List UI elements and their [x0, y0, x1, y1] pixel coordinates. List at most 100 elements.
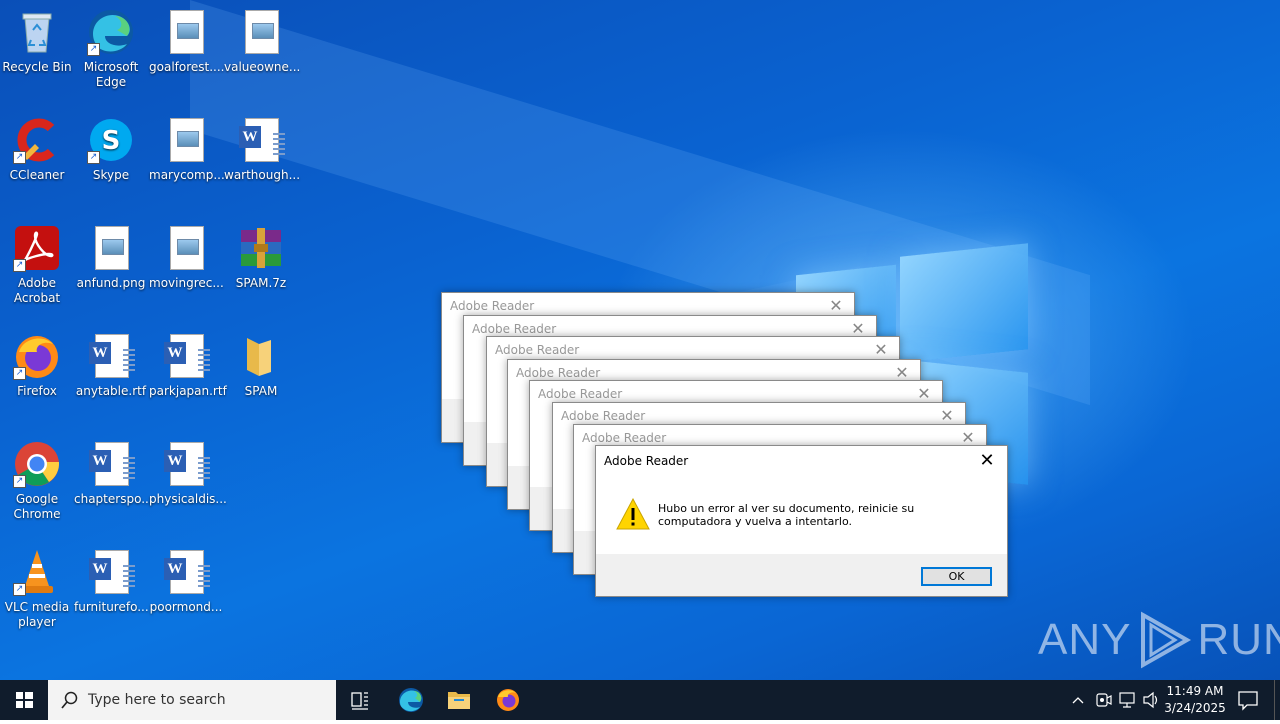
clock-time: 11:49 AM [1166, 684, 1224, 698]
taskbar: Type here to search 11:49 AM 3/24/2025 [0, 680, 1280, 720]
desktop-icon-spam-folder[interactable]: SPAM [224, 332, 298, 399]
start-button[interactable] [0, 680, 48, 720]
close-icon[interactable]: ✕ [973, 446, 1001, 476]
desktop-icon-physicaldis[interactable]: W physicaldis... [149, 440, 227, 507]
icon-label: Recycle Bin [2, 60, 72, 74]
image-file-icon [162, 116, 210, 164]
image-file-icon [162, 8, 210, 56]
dialog-title: Adobe Reader [596, 446, 1007, 476]
search-icon [61, 691, 78, 709]
taskbar-search-box[interactable]: Type here to search [48, 680, 336, 720]
task-view-button[interactable] [336, 680, 384, 720]
desktop-icon-anytable-rtf[interactable]: W anytable.rtf [74, 332, 148, 399]
word-document-icon: W [87, 440, 135, 488]
image-file-icon [237, 8, 285, 56]
icon-label: poormond... [149, 600, 223, 614]
shortcut-arrow-icon: ↗ [13, 475, 26, 488]
icon-label: parkjapan.rtf [149, 384, 227, 398]
word-document-icon: W [162, 332, 210, 380]
icon-label: warthough... [224, 168, 301, 182]
desktop-icon-recycle-bin[interactable]: Recycle Bin [0, 8, 74, 75]
desktop-icon-firefox[interactable]: ↗ Firefox [0, 332, 74, 399]
desktop-icon-goalforest[interactable]: goalforest.... [149, 8, 225, 75]
volume-icon[interactable] [1141, 680, 1161, 720]
show-desktop-button[interactable] [1274, 680, 1280, 720]
icon-label: marycomp... [149, 168, 225, 182]
play-logo-icon [1141, 611, 1192, 669]
image-file-icon [162, 224, 210, 272]
desktop-icon-chapterspo[interactable]: W chapterspo... [74, 440, 153, 507]
desktop-icon-ccleaner[interactable]: ↗ CCleaner [0, 116, 74, 183]
recycle-bin-icon [13, 8, 61, 56]
chrome-icon: ↗ [13, 440, 61, 488]
icon-label: Skype [92, 168, 130, 182]
ccleaner-icon: ↗ [13, 116, 61, 164]
clock-date: 3/24/2025 [1164, 701, 1226, 715]
chevron-up-icon[interactable] [1070, 680, 1086, 720]
icon-label: valueowne... [224, 60, 301, 74]
desktop-icon-marycomp[interactable]: marycomp... [149, 116, 225, 183]
shortcut-arrow-icon: ↗ [13, 583, 26, 596]
word-document-icon: W [162, 548, 210, 596]
icon-label: SPAM [244, 384, 278, 398]
icon-label: goalforest.... [149, 60, 225, 74]
desktop-icon-anfund-png[interactable]: anfund.png [74, 224, 148, 291]
word-document-icon: W [162, 440, 210, 488]
icon-label: furniturefo... [74, 600, 149, 614]
desktop-icon-spam-7z[interactable]: SPAM.7z [224, 224, 298, 291]
desktop-icon-movingrec[interactable]: movingrec... [149, 224, 224, 291]
desktop-icon-warthough[interactable]: W warthough... [224, 116, 301, 183]
icon-label: Google Chrome [13, 492, 61, 521]
desktop-icon-microsoft-edge[interactable]: ↗ Microsoft Edge [74, 8, 148, 90]
icon-label: chapterspo... [74, 492, 153, 506]
folder-icon [237, 332, 285, 380]
adobe-reader-error-dialog[interactable]: Adobe Reader ✕ Hubo un error al ver su d… [595, 445, 1008, 597]
search-placeholder: Type here to search [88, 692, 226, 708]
desktop-icon-vlc[interactable]: ↗ VLC media player [0, 548, 74, 630]
svg-text:S: S [102, 126, 121, 156]
network-icon[interactable] [1117, 680, 1137, 720]
icon-label: physicaldis... [149, 492, 227, 506]
icon-label: VLC media player [4, 600, 70, 629]
adobe-acrobat-icon: ↗ [13, 224, 61, 272]
notifications-icon[interactable] [1228, 680, 1268, 720]
taskbar-edge[interactable] [387, 680, 435, 720]
folder-icon [448, 692, 470, 709]
skype-icon: S ↗ [87, 116, 135, 164]
desktop-icon-google-chrome[interactable]: ↗ Google Chrome [0, 440, 74, 522]
icon-label: movingrec... [149, 276, 224, 290]
desktop-icon-parkjapan-rtf[interactable]: W parkjapan.rtf [149, 332, 227, 399]
taskbar-clock[interactable]: 11:49 AM 3/24/2025 [1160, 683, 1230, 717]
icon-label: SPAM.7z [235, 276, 287, 290]
vlc-cone-icon: ↗ [13, 548, 61, 596]
anyrun-watermark: ANY RUN [1038, 610, 1280, 670]
word-document-icon: W [237, 116, 285, 164]
error-message: Hubo un error al ver su documento, reini… [658, 502, 915, 528]
taskbar-file-explorer[interactable] [435, 680, 483, 720]
desktop-icon-adobe-acrobat[interactable]: ↗ Adobe Acrobat [0, 224, 74, 306]
desktop-icon-furniturefo[interactable]: W furniturefo... [74, 548, 149, 615]
shortcut-arrow-icon: ↗ [87, 151, 100, 164]
icon-label: Adobe Acrobat [13, 276, 61, 305]
icon-label: CCleaner [9, 168, 65, 182]
winrar-archive-icon [237, 224, 285, 272]
taskbar-firefox[interactable] [484, 680, 532, 720]
edge-icon: ↗ [87, 8, 135, 56]
desktop-icon-poormond[interactable]: W poormond... [149, 548, 223, 615]
meet-now-icon[interactable] [1093, 680, 1113, 720]
icon-label: Microsoft Edge [83, 60, 139, 89]
desktop-icon-skype[interactable]: S ↗ Skype [74, 116, 148, 183]
edge-icon [399, 688, 423, 712]
dialog-body: Hubo un error al ver su documento, reini… [596, 476, 1007, 554]
windows-start-icon [16, 692, 33, 708]
ok-button[interactable]: OK [921, 567, 992, 586]
icon-label: anytable.rtf [75, 384, 147, 398]
desktop-icon-valueowne[interactable]: valueowne... [224, 8, 301, 75]
icon-label: Firefox [17, 384, 57, 398]
shortcut-arrow-icon: ↗ [13, 367, 26, 380]
shortcut-arrow-icon: ↗ [13, 151, 26, 164]
warning-icon [616, 497, 650, 530]
word-document-icon: W [87, 332, 135, 380]
shortcut-arrow-icon: ↗ [13, 259, 26, 272]
firefox-icon [497, 689, 519, 711]
